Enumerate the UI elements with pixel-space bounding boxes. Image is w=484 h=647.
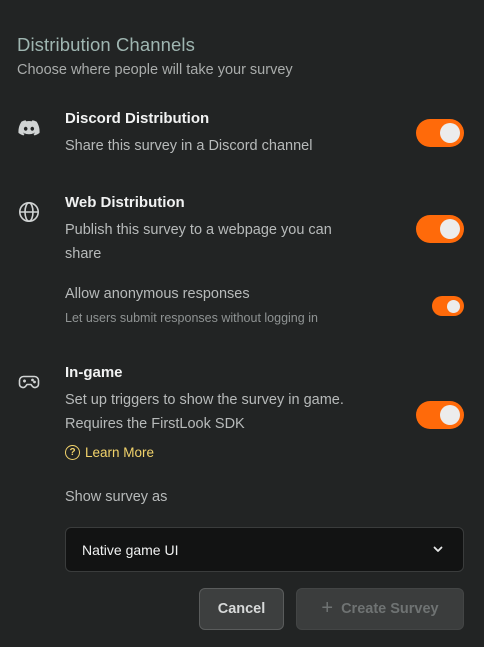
anonymous-responses-label: Allow anonymous responses: [65, 286, 250, 302]
help-circle-icon: ?: [65, 445, 80, 460]
ingame-section-description: Set up triggers to show the survey in ga…: [65, 392, 344, 432]
anonymous-responses-toggle[interactable]: [432, 296, 464, 316]
learn-more-link[interactable]: ? Learn More: [65, 445, 154, 460]
distribution-channels-panel: Distribution Channels Choose where peopl…: [0, 0, 484, 647]
ingame-toggle[interactable]: [416, 401, 464, 429]
web-section-title: Web Distribution: [65, 194, 185, 211]
web-toggle[interactable]: [416, 215, 464, 243]
toggle-knob: [440, 123, 460, 143]
globe-icon: [17, 200, 41, 224]
create-survey-button-label: Create Survey: [341, 601, 439, 617]
show-survey-as-select[interactable]: Native game UI: [65, 527, 464, 572]
cancel-button-label: Cancel: [217, 601, 266, 617]
discord-icon: [17, 116, 41, 140]
ingame-section-title: In-game: [65, 364, 123, 381]
web-section-description: Publish this survey to a webpage you can…: [65, 222, 332, 262]
gamepad-icon: [17, 370, 41, 394]
chevron-down-icon: [433, 546, 443, 552]
create-survey-button[interactable]: + Create Survey: [296, 588, 464, 630]
toggle-knob: [447, 299, 460, 313]
toggle-knob: [440, 219, 460, 239]
plus-icon: +: [321, 597, 334, 619]
toggle-knob: [440, 405, 460, 425]
cancel-button[interactable]: Cancel: [199, 588, 284, 630]
page-subtitle: Choose where people will take your surve…: [17, 62, 293, 78]
discord-section-title: Discord Distribution: [65, 110, 210, 127]
discord-section-description: Share this survey in a Discord channel: [65, 138, 313, 154]
learn-more-label: Learn More: [85, 445, 155, 460]
anonymous-responses-description: Let users submit responses without loggi…: [65, 311, 318, 325]
page-title: Distribution Channels: [17, 34, 195, 55]
select-value: Native game UI: [82, 541, 179, 558]
discord-toggle[interactable]: [416, 119, 464, 147]
show-survey-as-label: Show survey as: [65, 489, 168, 505]
